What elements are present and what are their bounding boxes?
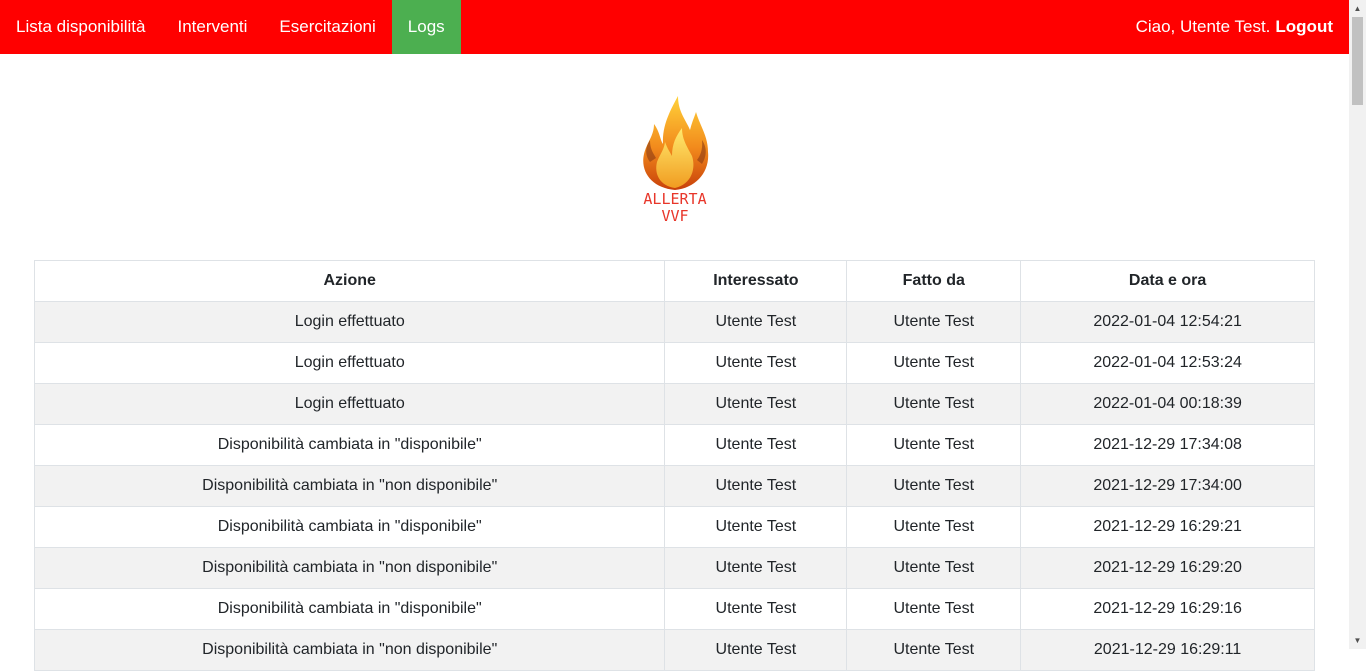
cell-fatto-da: Utente Test [846,301,1022,343]
table-header-row: Azione Interessato Fatto da Data e ora [33,260,1315,302]
cell-fatto-da: Utente Test [846,383,1022,425]
cell-azione: Disponibilità cambiata in "non disponibi… [33,547,666,589]
table-row: Disponibilità cambiata in "non disponibi… [33,629,1315,671]
nav-item-logs[interactable]: Logs [391,0,461,54]
scroll-up-arrow-icon[interactable]: ▲ [1349,0,1366,17]
table-row: Login effettuato Utente Test Utente Test… [33,301,1315,343]
cell-azione: Login effettuato [33,301,666,343]
cell-interessato: Utente Test [664,342,848,384]
cell-interessato: Utente Test [664,588,848,630]
header-fatto-da: Fatto da [846,260,1022,302]
cell-fatto-da: Utente Test [846,506,1022,548]
cell-azione: Disponibilità cambiata in "non disponibi… [33,465,666,507]
cell-data-ora: 2021-12-29 16:29:21 [1020,506,1315,548]
cell-fatto-da: Utente Test [846,547,1022,589]
table-row: Login effettuato Utente Test Utente Test… [33,383,1315,425]
cell-fatto-da: Utente Test [846,465,1022,507]
cell-azione: Disponibilità cambiata in "non disponibi… [33,629,666,671]
table-row: Disponibilità cambiata in "non disponibi… [33,547,1315,589]
scroll-down-arrow-icon[interactable]: ▼ [1349,632,1366,649]
table-row: Disponibilità cambiata in "disponibile" … [33,588,1315,630]
cell-interessato: Utente Test [664,547,848,589]
logo-text-line1: ALLERTA [643,190,707,208]
logo-text-line2: VVF [661,207,689,225]
top-navbar: Lista disponibilità Interventi Esercitaz… [0,0,1349,54]
header-data-e-ora: Data e ora [1020,260,1315,302]
cell-interessato: Utente Test [664,301,848,343]
cell-data-ora: 2022-01-04 00:18:39 [1020,383,1315,425]
cell-data-ora: 2022-01-04 12:54:21 [1020,301,1315,343]
cell-data-ora: 2021-12-29 16:29:16 [1020,588,1315,630]
header-azione: Azione [33,260,666,302]
user-area: Ciao, Utente Test. Logout [1136,0,1349,54]
cell-fatto-da: Utente Test [846,342,1022,384]
cell-data-ora: 2021-12-29 17:34:00 [1020,465,1315,507]
cell-fatto-da: Utente Test [846,424,1022,466]
cell-azione: Login effettuato [33,383,666,425]
cell-data-ora: 2021-12-29 16:29:20 [1020,547,1315,589]
vertical-scrollbar[interactable]: ▲ ▼ [1349,0,1366,649]
nav-item-interventi[interactable]: Interventi [161,0,263,54]
cell-azione: Login effettuato [33,342,666,384]
cell-interessato: Utente Test [664,424,848,466]
cell-azione: Disponibilità cambiata in "disponibile" [33,424,666,466]
table-row: Disponibilità cambiata in "disponibile" … [33,506,1315,548]
cell-data-ora: 2021-12-29 17:34:08 [1020,424,1315,466]
greeting-text: Ciao, Utente Test. [1135,17,1271,36]
cell-interessato: Utente Test [664,629,848,671]
table-row: Disponibilità cambiata in "non disponibi… [33,465,1315,507]
cell-data-ora: 2021-12-29 16:29:11 [1020,629,1315,671]
cell-data-ora: 2022-01-04 12:53:24 [1020,342,1315,384]
table-row: Disponibilità cambiata in "disponibile" … [33,424,1315,466]
cell-fatto-da: Utente Test [846,588,1022,630]
header-interessato: Interessato [664,260,848,302]
scrollbar-thumb[interactable] [1352,17,1363,105]
table-row: Login effettuato Utente Test Utente Test… [33,342,1315,384]
cell-interessato: Utente Test [664,383,848,425]
logout-link[interactable]: Logout [1275,17,1333,37]
cell-azione: Disponibilità cambiata in "disponibile" [33,506,666,548]
cell-fatto-da: Utente Test [846,629,1022,671]
nav-item-esercitazioni[interactable]: Esercitazioni [263,0,391,54]
logs-table: Azione Interessato Fatto da Data e ora L… [33,260,1315,671]
cell-interessato: Utente Test [664,465,848,507]
flame-icon [643,96,709,190]
cell-interessato: Utente Test [664,506,848,548]
nav-item-lista-disponibilita[interactable]: Lista disponibilità [0,0,161,54]
allerta-vvf-logo: ALLERTA VVF [630,92,720,230]
cell-azione: Disponibilità cambiata in "disponibile" [33,588,666,630]
